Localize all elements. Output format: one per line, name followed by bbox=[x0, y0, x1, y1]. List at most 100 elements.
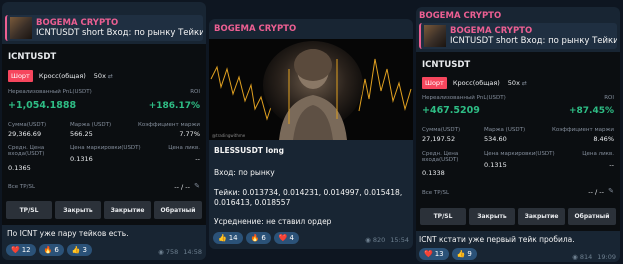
leverage-icon: ⇄ bbox=[521, 79, 527, 87]
mark-price-label: Цена маркировки(USDT) bbox=[70, 145, 141, 151]
liq-price-value: -- bbox=[609, 161, 614, 169]
liq-price-label: Цена ликв. bbox=[582, 151, 614, 157]
tag-leverage: 50x bbox=[507, 79, 520, 87]
roi-value: +186.17% bbox=[148, 101, 200, 111]
views-count: 814 bbox=[579, 253, 593, 261]
message-bubble-3: BOGEMA CRYPTO BOGEMA CRYPTO ICNTUSDT sho… bbox=[416, 7, 620, 262]
pnl-label: Нереализованный PnL(USDT) bbox=[8, 89, 92, 95]
reverse-button[interactable]: Обратный bbox=[154, 201, 202, 219]
tag-short: Шорт bbox=[422, 77, 447, 89]
message-text: По ICNT уже пару тейков есть. bbox=[7, 229, 129, 238]
tpsl-value: -- / -- bbox=[588, 188, 604, 196]
size-value: 29,366.69 bbox=[8, 130, 42, 138]
tag-margin-mode: Кросс(общая) bbox=[38, 72, 86, 80]
reactions: ❤️ 13 👍 9 bbox=[419, 248, 477, 260]
post-entry: Вход: по рынку bbox=[214, 168, 275, 177]
size-label: Сумма(USDT) bbox=[422, 127, 461, 133]
edit-icon[interactable]: ✎ bbox=[608, 187, 614, 195]
margin-ratio-label: Коэффициент маржи bbox=[551, 127, 614, 133]
size-value: 27,197.52 bbox=[422, 135, 456, 143]
message-time: 15:54 bbox=[390, 236, 409, 244]
margin-value: 566.25 bbox=[70, 130, 93, 138]
margin-ratio-label: Коэффициент маржи bbox=[137, 122, 200, 128]
margin-label: Маржа (USDT) bbox=[70, 122, 112, 128]
roi-value: +87.45% bbox=[568, 106, 614, 116]
pnl-value: +467.5209 bbox=[422, 105, 480, 116]
eye-icon: ◉ bbox=[365, 236, 371, 244]
position-card[interactable]: ICNTUSDT Шорт Кросс(общая) 50x ⇄ Нереали… bbox=[416, 52, 620, 231]
tpsl-button[interactable]: TP/SL bbox=[420, 208, 466, 225]
margin-value: 534.60 bbox=[484, 135, 507, 143]
margin-label: Маржа (USDT) bbox=[484, 127, 526, 133]
reply-thumbnail bbox=[10, 17, 32, 39]
reply-title: BOGEMA CRYPTO bbox=[36, 18, 119, 28]
mark-price-value: 0.1315 bbox=[484, 161, 507, 169]
sender-name[interactable]: BOGEMA CRYPTO bbox=[419, 11, 501, 21]
mark-price-label: Цена маркировки(USDT) bbox=[484, 151, 555, 157]
views-count: 820 bbox=[372, 236, 386, 244]
tpsl-value: -- / -- bbox=[174, 183, 190, 191]
entry-price-value: 0.1365 bbox=[8, 164, 31, 172]
leverage-icon: ⇄ bbox=[107, 72, 113, 80]
message-meta: ◉ 814 19:09 bbox=[572, 253, 616, 261]
post-image[interactable]: @tradingwithme bbox=[209, 39, 413, 140]
reaction-heart[interactable]: ❤️ 13 bbox=[419, 248, 449, 260]
pnl-value: +1,054.1888 bbox=[8, 100, 77, 111]
reaction-thumbs-up[interactable]: 👍 14 bbox=[213, 232, 243, 244]
tpsl-label: Все TP/SL bbox=[422, 190, 450, 196]
margin-ratio-value: 8.46% bbox=[593, 135, 614, 143]
reaction-heart[interactable]: ❤️ 4 bbox=[273, 232, 300, 244]
reaction-fire[interactable]: 🔥 6 bbox=[245, 232, 271, 244]
reply-body: ICNTUSDT short Вход: по рынку Тейки: 0.1… bbox=[36, 28, 203, 38]
reaction-thumbs-up[interactable]: 👍 9 bbox=[451, 248, 477, 260]
statue-chart-illustration bbox=[209, 39, 413, 140]
post-note: Усреднение: не ставил ордер bbox=[214, 217, 332, 226]
tpsl-label: Все TP/SL bbox=[8, 184, 36, 190]
reactions: ❤️ 12 🔥 6 👍 3 bbox=[6, 244, 93, 256]
close-button[interactable]: Закрыть bbox=[469, 208, 515, 225]
close-button[interactable]: Закрыть bbox=[55, 201, 101, 219]
reactions: 👍 14 🔥 6 ❤️ 4 bbox=[213, 232, 300, 244]
reaction-heart[interactable]: ❤️ 12 bbox=[6, 244, 36, 256]
reverse-button[interactable]: Обратный bbox=[568, 208, 616, 225]
image-watermark: @tradingwithme bbox=[212, 133, 246, 138]
reply-thumbnail bbox=[424, 25, 446, 47]
pnl-label: Нереализованный PnL(USDT) bbox=[422, 95, 506, 101]
eye-icon: ◉ bbox=[572, 253, 578, 261]
message-bubble-2: BOGEMA CRYPTO @tradingwithme BLESSUSDT l… bbox=[209, 19, 413, 249]
entry-price-label: Средн. Цена входа(USDT) bbox=[422, 151, 459, 164]
reply-quote[interactable]: BOGEMA CRYPTO ICNTUSDT short Вход: по ры… bbox=[5, 15, 203, 41]
tag-leverage: 50x bbox=[93, 72, 106, 80]
position-card[interactable]: ICNTUSDT Шорт Кросс(общая) 50x ⇄ Нереали… bbox=[2, 44, 206, 225]
ticker: ICNTUSDT bbox=[8, 52, 57, 62]
reply-title: BOGEMA CRYPTO bbox=[450, 26, 533, 36]
eye-icon: ◉ bbox=[158, 248, 164, 256]
message-time: 14:58 bbox=[183, 248, 202, 256]
sender-name[interactable]: BOGEMA CRYPTO bbox=[214, 24, 296, 34]
post-takes: Тейки: 0.013734, 0.014231, 0.014997, 0.0… bbox=[214, 188, 403, 208]
views-count: 758 bbox=[165, 248, 179, 256]
post-title: BLESSUSDT long bbox=[214, 146, 284, 155]
entry-price-label: Средн. Цена входа(USDT) bbox=[8, 145, 45, 158]
size-label: Сумма(USDT) bbox=[8, 122, 47, 128]
roi-label: ROI bbox=[604, 95, 614, 101]
reaction-fire[interactable]: 🔥 6 bbox=[38, 244, 64, 256]
message-text: ICNT кстати уже первый тейк пробила. bbox=[419, 235, 575, 244]
reply-body: ICNTUSDT short Вход: по рынку Тейки: 0.1… bbox=[450, 36, 617, 46]
close-all-button[interactable]: Закрытие bbox=[518, 208, 565, 225]
position-tags: Шорт Кросс(общая) 50x ⇄ bbox=[8, 70, 113, 82]
tag-margin-mode: Кросс(общая) bbox=[452, 79, 500, 87]
entry-price-value: 0.1338 bbox=[422, 169, 445, 177]
mark-price-value: 0.1316 bbox=[70, 155, 93, 163]
close-all-button[interactable]: Закрытие bbox=[104, 201, 151, 219]
reply-quote[interactable]: BOGEMA CRYPTO ICNTUSDT short Вход: по ры… bbox=[419, 23, 617, 49]
position-tags: Шорт Кросс(общая) 50x ⇄ bbox=[422, 77, 527, 89]
message-time: 19:09 bbox=[597, 253, 616, 261]
reaction-thumbs-up[interactable]: 👍 3 bbox=[66, 244, 93, 256]
message-meta: ◉ 820 15:54 bbox=[365, 236, 409, 244]
tag-short: Шорт bbox=[8, 70, 33, 82]
liq-price-value: -- bbox=[195, 155, 200, 163]
edit-icon[interactable]: ✎ bbox=[194, 182, 200, 190]
liq-price-label: Цена ликв. bbox=[168, 145, 200, 151]
tpsl-button[interactable]: TP/SL bbox=[6, 201, 52, 219]
